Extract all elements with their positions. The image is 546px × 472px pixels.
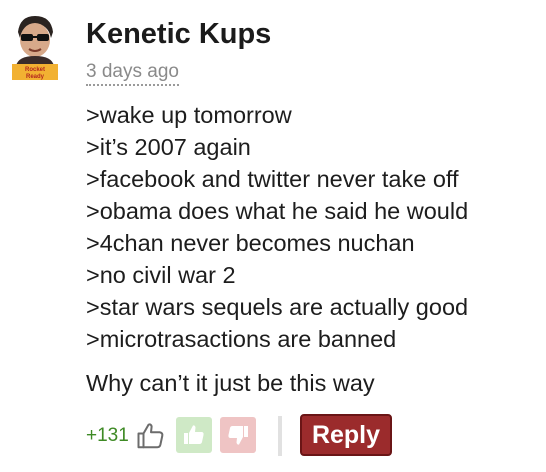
author-name[interactable]: Kenetic Kups: [86, 16, 271, 52]
comment-closing-text: Why can’t it just be this way: [86, 370, 375, 396]
thumbs-up-icon: [184, 425, 204, 444]
reply-button[interactable]: Reply: [300, 414, 392, 456]
comment-line: >obama does what he said he would: [86, 198, 469, 224]
avatar-image: Rocket Ready: [8, 14, 62, 82]
vote-score: +131: [86, 425, 129, 446]
comment-line: >no civil war 2: [86, 262, 236, 288]
comment-line: >4chan never becomes nuchan: [86, 230, 415, 256]
comment-line: >facebook and twitter never take off: [86, 166, 459, 192]
thumbs-up-outline-icon: [136, 421, 166, 451]
avatar-badge-text-top: Rocket: [25, 67, 45, 73]
comment-body: >wake up tomorrow >it’s 2007 again >face…: [86, 99, 536, 355]
avatar-badge-text-bottom: Ready: [26, 74, 45, 80]
timestamp-link[interactable]: 3 days ago: [86, 60, 179, 86]
comment-line: >wake up tomorrow: [86, 102, 292, 128]
comment-line: >microtrasactions are banned: [86, 326, 397, 352]
avatar[interactable]: Rocket Ready: [8, 14, 62, 82]
comment: Rocket Ready Kenetic Kups 3 days ago >wa…: [0, 0, 546, 472]
comment-line: >star wars sequels are actually good: [86, 294, 469, 320]
downvote-button[interactable]: [220, 417, 256, 453]
comment-actions: +131 Reply: [86, 414, 406, 456]
actions-divider: [278, 416, 282, 456]
upvote-button[interactable]: [176, 417, 212, 453]
comment-line: >it’s 2007 again: [86, 134, 251, 160]
thumbs-down-icon: [228, 426, 248, 445]
